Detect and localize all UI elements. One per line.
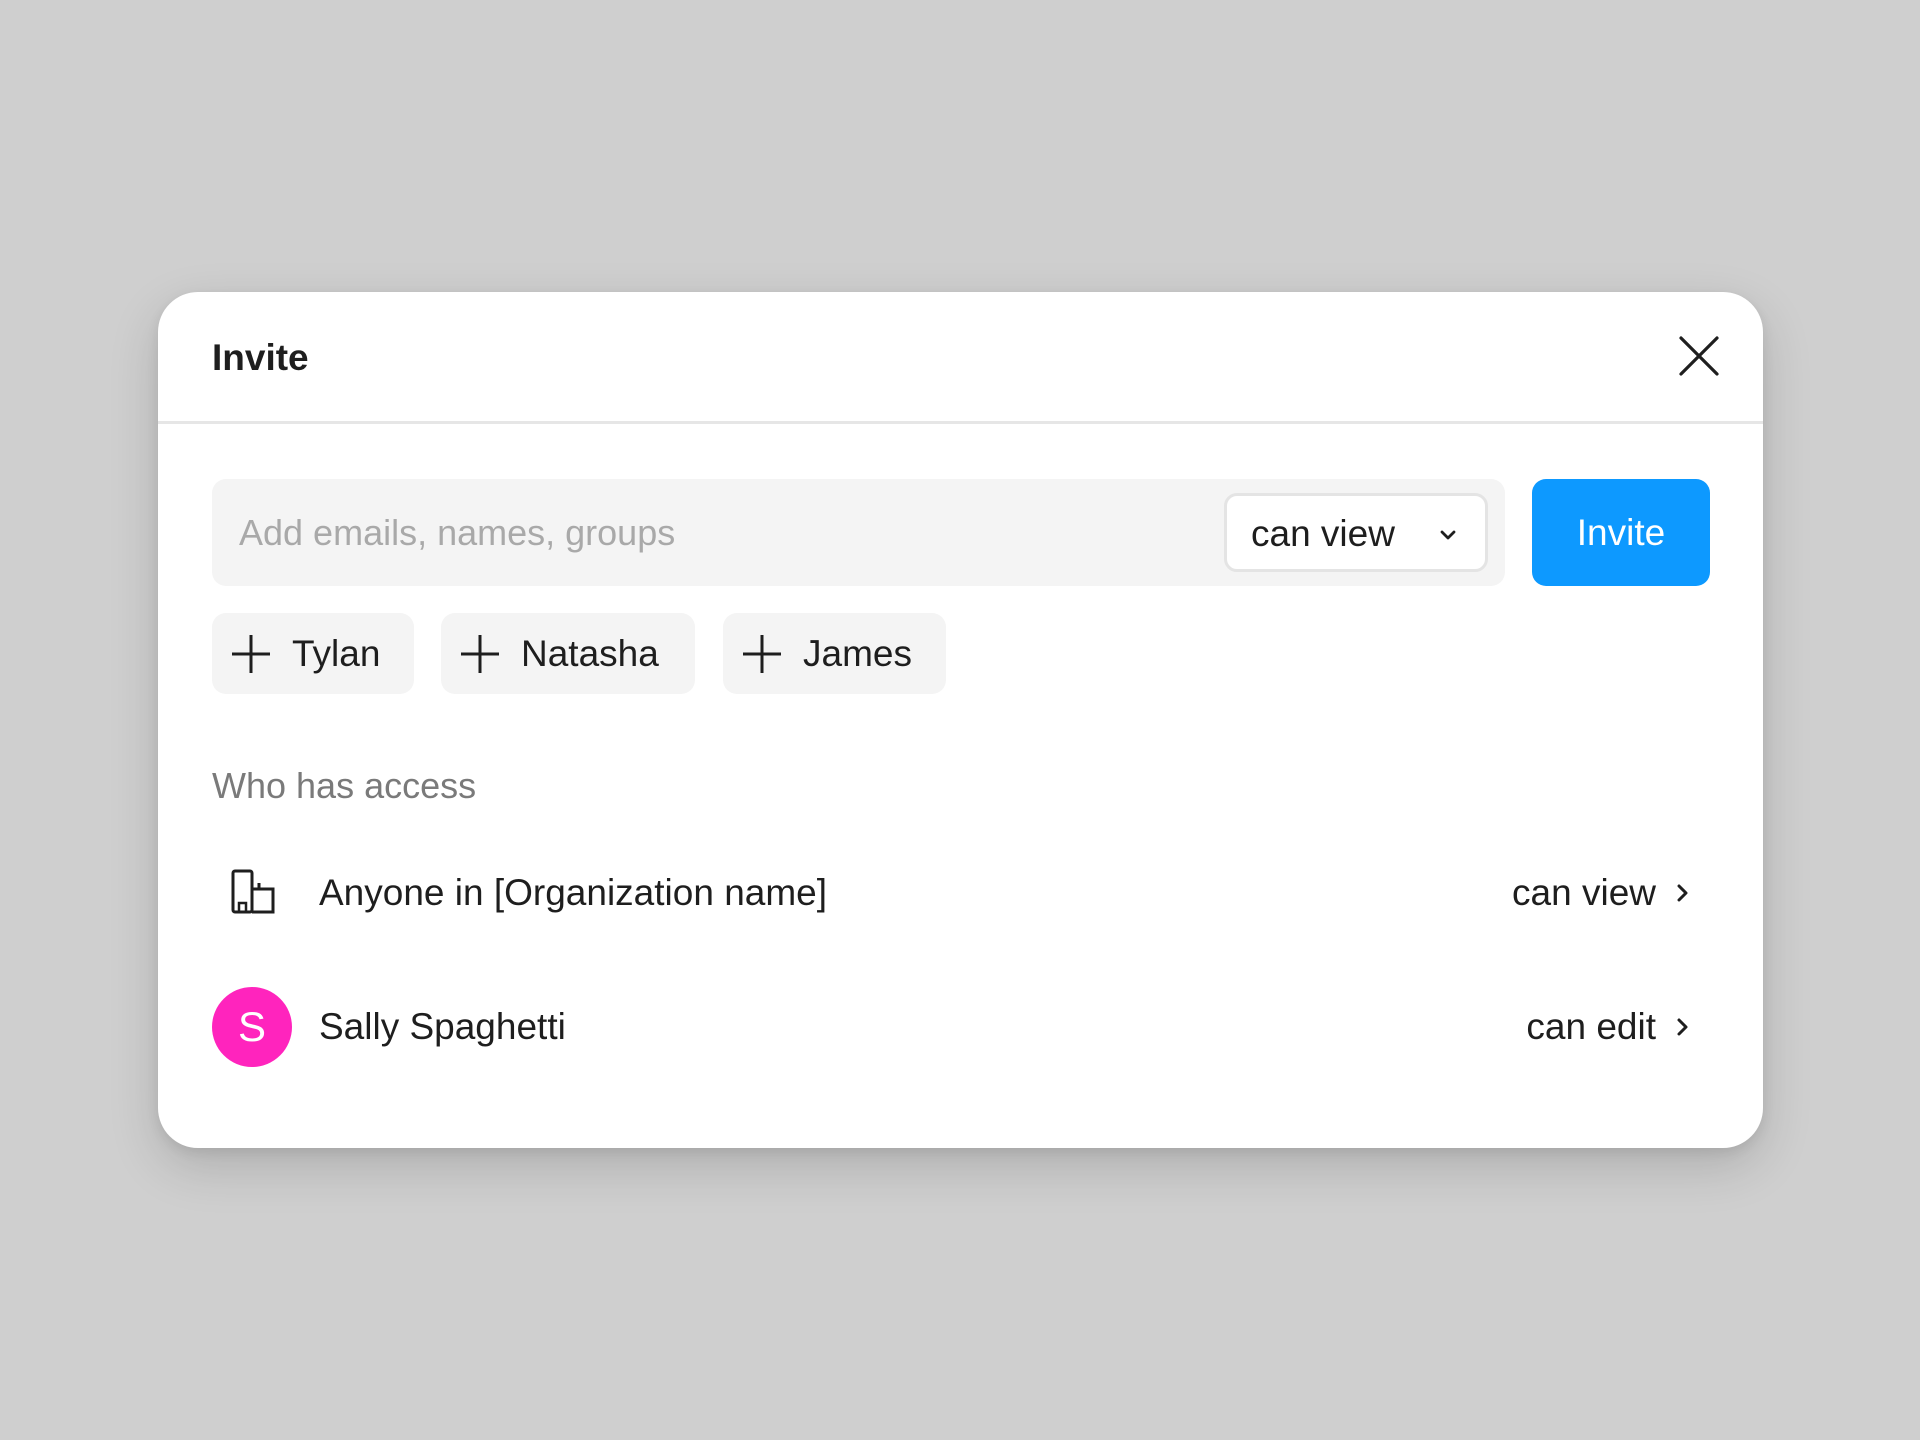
organization-icon (231, 869, 275, 914)
avatar: S (212, 987, 292, 1067)
chevron-right-icon[interactable] (1670, 881, 1694, 905)
invite-field: can view (212, 479, 1505, 586)
permission-select-label: can view (1251, 513, 1395, 554)
access-row-name: Sally Spaghetti (319, 1006, 566, 1047)
suggestion-chip-label: Natasha (521, 633, 659, 674)
dialog-header: Invite (158, 292, 1763, 424)
invite-button[interactable]: Invite (1532, 479, 1710, 586)
close-icon-graphic (1679, 336, 1719, 376)
suggestion-chip-label: Tylan (292, 633, 381, 674)
chevron-right-icon[interactable] (1670, 1015, 1694, 1039)
access-row-user: S Sally Spaghetti can edit (212, 987, 1712, 1067)
plus-icon (461, 635, 499, 673)
suggestion-chip-james[interactable]: James (723, 613, 946, 694)
invite-dialog: Invite can view Invite Tylan Nata (158, 292, 1763, 1148)
access-row-permission[interactable]: can edit (1526, 1005, 1656, 1049)
suggestion-chip-natasha[interactable]: Natasha (441, 613, 695, 694)
suggestion-chip-label: James (803, 633, 912, 674)
plus-icon (743, 635, 781, 673)
invite-input[interactable] (212, 479, 1212, 586)
access-row-permission[interactable]: can view (1512, 871, 1656, 915)
plus-icon (232, 635, 270, 673)
permission-select[interactable]: can view (1224, 493, 1488, 572)
suggestion-chip-tylan[interactable]: Tylan (212, 613, 414, 694)
close-icon[interactable] (1675, 332, 1723, 380)
chevron-down-icon (1440, 530, 1456, 540)
access-row-name: Anyone in [Organization name] (319, 872, 828, 913)
access-heading: Who has access (212, 765, 477, 806)
dialog-title: Invite (212, 337, 309, 378)
access-row-organization: Anyone in [Organization name] can view (212, 853, 1712, 933)
